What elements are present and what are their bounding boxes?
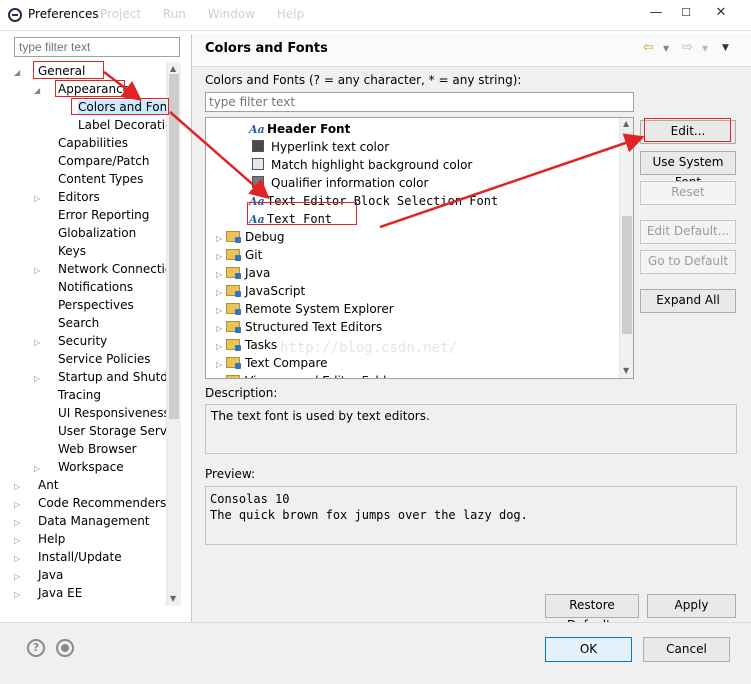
- arrow-text-font-to-edit: [379, 133, 645, 229]
- annotation-arrows: [103, 71, 645, 229]
- arrow-general-to-colors: [103, 71, 142, 102]
- arrow-colors-to-text-font: [169, 111, 270, 200]
